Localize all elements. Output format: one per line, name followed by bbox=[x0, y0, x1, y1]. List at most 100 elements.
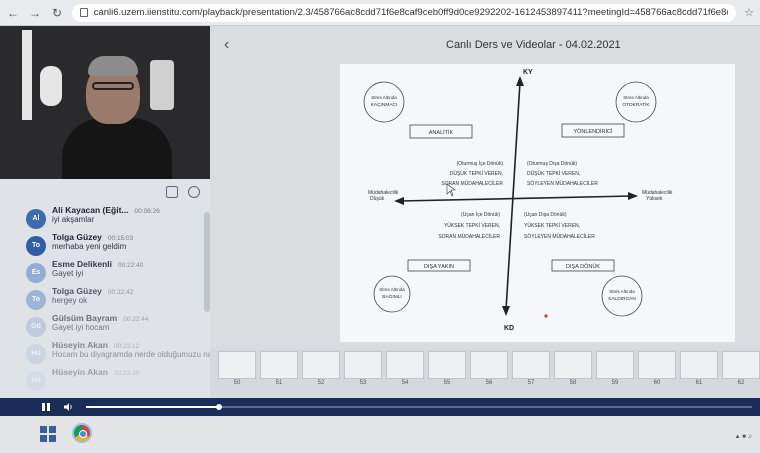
circle-bottom-right-line2: SALDIRGAN bbox=[608, 296, 636, 302]
slide-thumbnail[interactable] bbox=[512, 351, 550, 379]
axis-bottom-label: KD bbox=[504, 325, 514, 332]
slide-thumbnail[interactable] bbox=[428, 351, 466, 379]
axis-arrow-left bbox=[394, 197, 404, 205]
slide-thumbnail-number: 59 bbox=[611, 380, 619, 386]
chat-timestamp: 00:22:44 bbox=[123, 316, 149, 323]
quadrant-br-line2: YÜKSEK TEPKİ VEREN, bbox=[524, 222, 580, 229]
webcam-video bbox=[0, 26, 210, 179]
quadrant-bl-line2: YÜKSEK TEPKİ VEREN, bbox=[444, 222, 500, 229]
chat-message: Hü Hüseyin Akan 00:23:30 bbox=[0, 367, 210, 394]
slide-thumbnail[interactable] bbox=[218, 351, 256, 379]
quadrant-diagram: KY KD Müdahalecilik Düşük Müdahalecilik … bbox=[363, 69, 673, 332]
playback-bar bbox=[0, 398, 760, 416]
presenter-glasses bbox=[92, 82, 134, 90]
url-text[interactable]: canli6.uzem.iienstitu.com/playback/prese… bbox=[94, 7, 728, 18]
chat-icon[interactable] bbox=[188, 186, 200, 198]
axis-top-label: KY bbox=[523, 69, 533, 76]
chat-toolbar bbox=[0, 179, 210, 205]
quadrant-tl-line1: (Oturmuş İçe Dönük) bbox=[457, 160, 504, 167]
chat-timestamp: 00:06:26 bbox=[134, 208, 160, 215]
windows-start-icon[interactable] bbox=[40, 426, 56, 442]
reload-icon[interactable]: ↻ bbox=[50, 6, 64, 20]
circle-top-left bbox=[363, 81, 405, 123]
chat-message: Es Esme Delikenli 00:22:40 Gayet iyi bbox=[0, 259, 210, 286]
slide-thumbnail-number: 52 bbox=[317, 380, 325, 386]
presenter-hair bbox=[88, 56, 138, 76]
chat-sender-line: Tolga Güzey 00:22:42 bbox=[52, 286, 210, 296]
slide-thumbnail[interactable] bbox=[386, 351, 424, 379]
chat-sender-name: Gülsüm Bayram bbox=[52, 313, 118, 323]
quadrant-tr-line1: (Oturmuş Dışa Dönük) bbox=[527, 161, 577, 167]
circle-bottom-left-line2: BAĞIMLI bbox=[382, 293, 401, 300]
vase-decor bbox=[40, 66, 62, 106]
presentation-title: Canlı Ders ve Videolar - 04.02.2021 bbox=[446, 39, 621, 51]
slide-thumbnail[interactable] bbox=[260, 351, 298, 379]
avatar: Hü bbox=[26, 344, 46, 364]
slide-thumbnail-number: 50 bbox=[233, 380, 241, 386]
slide-thumbnail[interactable] bbox=[554, 351, 592, 379]
slide-thumbnail[interactable] bbox=[596, 351, 634, 379]
quadrant-bl-line3: SORAN MÜDAHALECİLER bbox=[438, 233, 500, 240]
horizontal-axis bbox=[399, 195, 633, 202]
presentation-area: ‹ Canlı Ders ve Videolar - 04.02.2021 KY… bbox=[210, 26, 760, 398]
chat-message-text: Gayet iyi bbox=[52, 269, 84, 278]
slide-thumbnail[interactable] bbox=[722, 351, 760, 379]
axis-arrow-right bbox=[628, 192, 638, 200]
chat-message-text: hergey ok bbox=[52, 296, 88, 305]
address-bar[interactable]: canli6.uzem.iienstitu.com/playback/prese… bbox=[72, 3, 737, 22]
quadrant-tr-line3: SÖYLEYEN MÜDAHALECİLER bbox=[527, 180, 598, 187]
circle-top-right bbox=[615, 81, 657, 123]
progress-knob[interactable] bbox=[216, 404, 223, 410]
vertical-axis bbox=[505, 81, 521, 311]
chat-timestamp: 00:23:30 bbox=[113, 370, 140, 377]
chat-timestamp: 00:15:03 bbox=[107, 235, 134, 242]
slide-thumbnail-number: 57 bbox=[527, 380, 535, 386]
quadrant-br-line1: (Uçan Dışa Dönük) bbox=[524, 212, 567, 218]
slide-thumbnail[interactable] bbox=[680, 351, 718, 379]
box-bottom-right-label: DIŞA DÖNÜK bbox=[566, 263, 600, 270]
slide-thumbnail[interactable] bbox=[344, 351, 382, 379]
box-bottom-left-label: DIŞA YAKIN bbox=[424, 264, 454, 270]
slide-thumbnail-number: 58 bbox=[569, 380, 577, 386]
chat-sender-line: Ali Kayacan (Eğit... 00:06:26 bbox=[52, 205, 210, 215]
back-icon[interactable]: ← bbox=[6, 6, 20, 20]
avatar: Al bbox=[26, 209, 46, 229]
chat-message: To Tolga Güzey 00:15:03 merhaba yeni geldim bbox=[0, 232, 210, 259]
progress-slider[interactable] bbox=[86, 404, 752, 410]
chat-sender-name: Hüseyin Akan bbox=[52, 340, 108, 350]
volume-icon[interactable] bbox=[64, 402, 74, 412]
pause-icon[interactable] bbox=[42, 403, 50, 411]
quadrant-br-line3: SÖYLEYEN MÜDAHALECİLER bbox=[524, 233, 595, 240]
axis-left-label-2: Düşük bbox=[370, 196, 385, 202]
forward-icon[interactable]: → bbox=[28, 6, 42, 20]
circle-bottom-right-line1: Stres Altında bbox=[609, 289, 635, 294]
slide-thumbnail[interactable] bbox=[470, 351, 508, 379]
slide-thumbnail-number: 53 bbox=[359, 380, 367, 386]
slide-thumbnail-strip: 5051525354555657585960616263 bbox=[210, 349, 760, 397]
slide-thumbnail-number: 62 bbox=[737, 380, 745, 386]
os-taskbar: ▲ ■ ♫ bbox=[0, 416, 760, 453]
chat-message: Gü Gülsüm Bayram 00:22:44 Gayet iyi hocam bbox=[0, 313, 210, 340]
circle-top-right-line1: Stres Altında bbox=[623, 95, 649, 100]
back-chevron-icon[interactable]: ‹ bbox=[224, 36, 229, 54]
chat-sender-name: Esme Delikenli bbox=[52, 259, 113, 269]
circle-top-left-line2: KAÇINMACI bbox=[371, 102, 398, 108]
notes-icon[interactable] bbox=[166, 186, 178, 198]
chat-sender-name: Tolga Güzey bbox=[52, 286, 102, 296]
chat-timestamp: 00:23:12 bbox=[113, 343, 140, 350]
chat-timestamp: 00:22:42 bbox=[107, 289, 134, 296]
slide-thumbnail[interactable] bbox=[638, 351, 676, 379]
axis-right-label-2: Yüksek bbox=[646, 196, 663, 202]
slide-thumbnail-number: 61 bbox=[695, 380, 703, 386]
avatar: To bbox=[26, 236, 46, 256]
avatar: To bbox=[26, 290, 46, 310]
chat-sender-name: Tolga Güzey bbox=[52, 232, 102, 242]
chrome-icon[interactable] bbox=[72, 423, 92, 443]
system-tray[interactable]: ▲ ■ ♫ bbox=[735, 434, 752, 440]
presenter-body bbox=[62, 118, 172, 179]
slide-thumbnail[interactable] bbox=[302, 351, 340, 379]
bookmark-star-icon[interactable]: ☆ bbox=[744, 6, 754, 19]
chat-message-text: iyi akşamlar bbox=[52, 215, 95, 224]
axis-arrow-down bbox=[502, 306, 510, 316]
lamp-decor bbox=[22, 30, 32, 120]
